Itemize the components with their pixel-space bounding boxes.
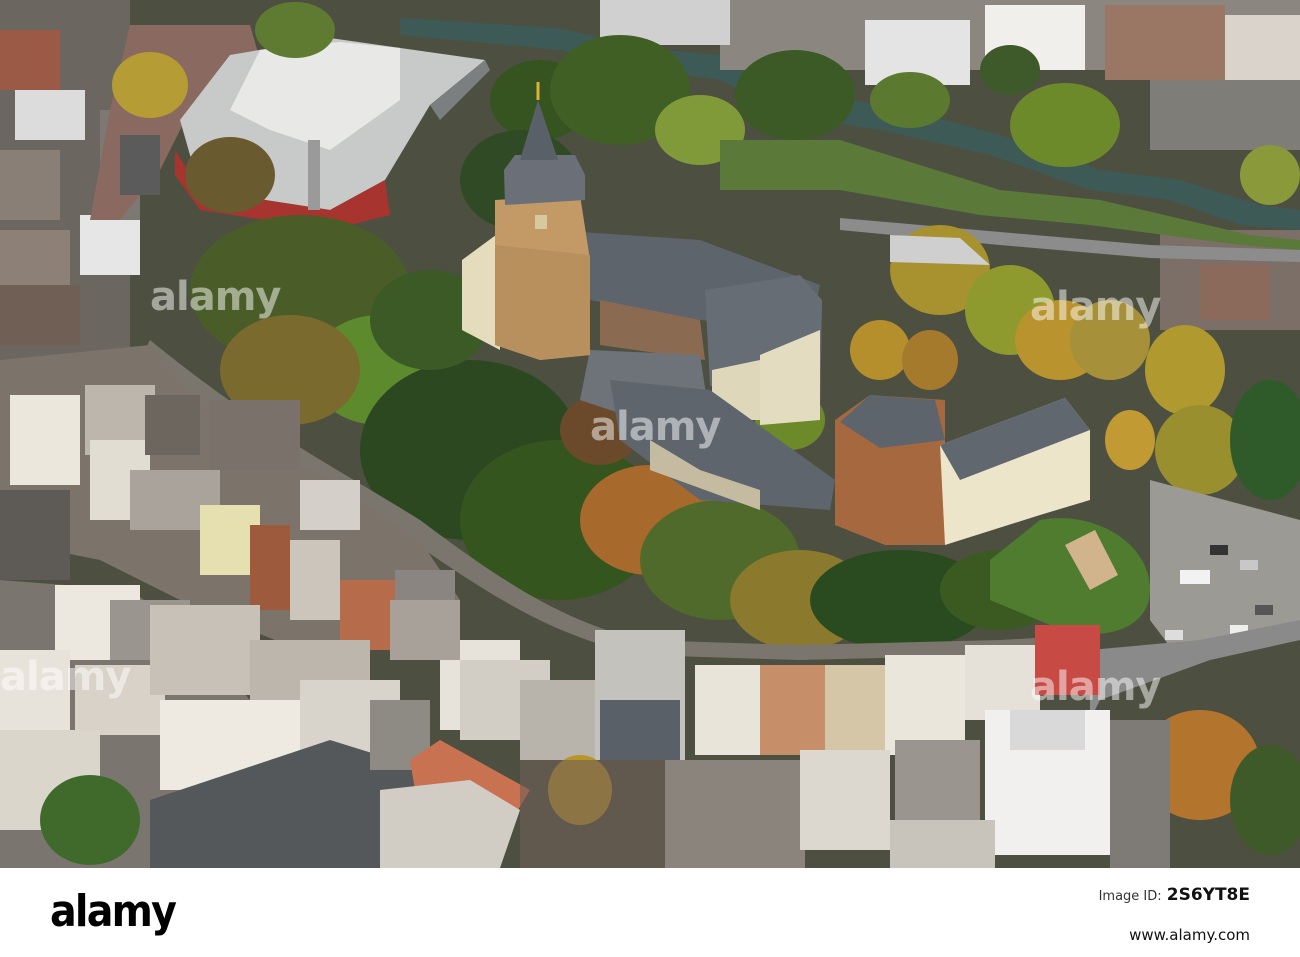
watermark-text: alamy <box>590 404 721 450</box>
aerial-photo: alamy alamy alamy alamy alamy <box>0 0 1300 868</box>
town-south <box>0 580 1300 868</box>
aerial-photo-drawing: alamy alamy alamy alamy alamy <box>0 0 1300 868</box>
image-id-block: Image ID: 2S6YT8E <box>1099 886 1250 905</box>
image-id-value: 2S6YT8E <box>1166 885 1250 905</box>
site-url[interactable]: www.alamy.com <box>1129 926 1250 944</box>
image-id-label: Image ID: <box>1098 889 1162 904</box>
watermark-text: alamy <box>150 274 281 320</box>
watermark-text: alamy <box>0 654 131 700</box>
watermark-text: alamy <box>1030 664 1161 710</box>
brand-logo[interactable]: alamy <box>50 888 177 936</box>
footer-bar: alamy Image ID: 2S6YT8E www.alamy.com <box>0 868 1300 957</box>
watermark-text: alamy <box>1030 284 1161 330</box>
